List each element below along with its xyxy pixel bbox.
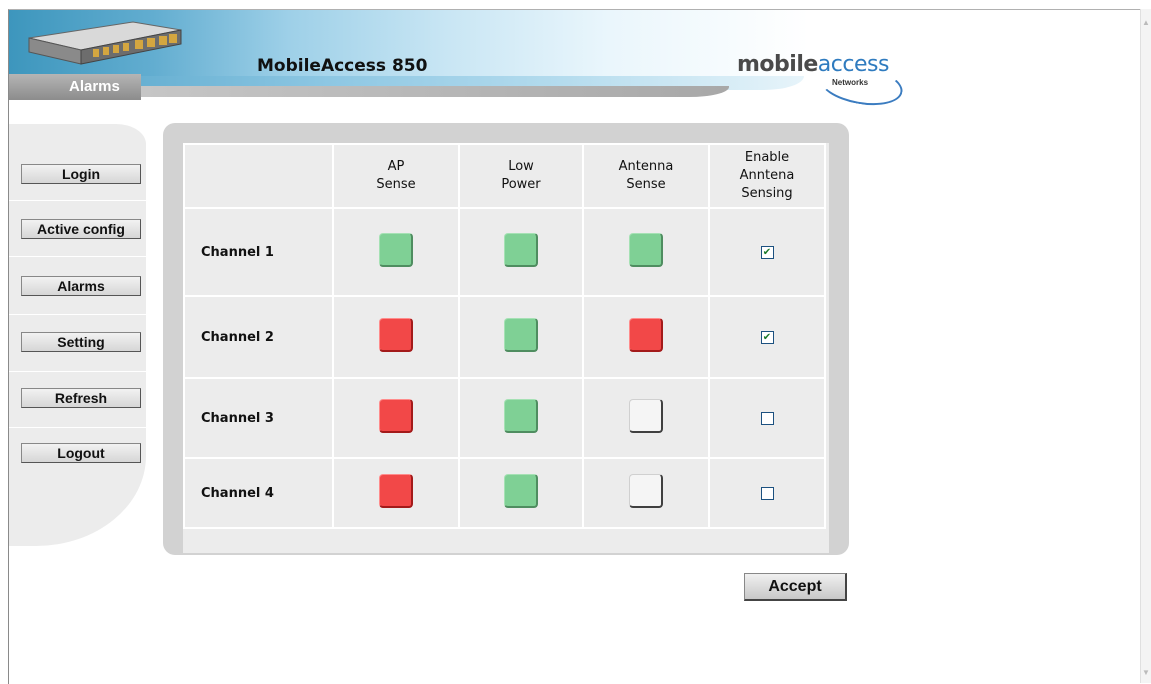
antenna-sense-status-led (629, 399, 663, 433)
column-header-line: Anntena (739, 168, 795, 183)
column-header-low-power: Low Power (458, 143, 584, 209)
column-header-line: Sense (626, 177, 666, 192)
table-row: Channel 1 ✔ (183, 207, 826, 297)
low-power-status-led (504, 233, 538, 267)
company-logo: mobileaccess Networks (737, 52, 906, 112)
enable-sensing-cell: ✔ (708, 207, 826, 297)
antenna-sense-status-led (629, 318, 663, 352)
low-power-status-led (504, 474, 538, 508)
antenna-sense-cell (582, 207, 710, 297)
sidebar-divider (9, 371, 146, 372)
enable-sensing-cell (708, 457, 826, 529)
enable-sensing-cell (708, 377, 826, 459)
ap-sense-cell (332, 295, 460, 379)
column-header-line: Sense (376, 177, 416, 192)
column-header-line: Enable (744, 150, 790, 165)
enable-sensing-checkbox[interactable]: ✔ (760, 245, 774, 259)
header-grey-bar (139, 86, 729, 97)
ap-sense-cell (332, 377, 460, 459)
column-header-enable-sensing: Enable Anntena Sensing (708, 143, 826, 209)
logo-text-mobile: mobile (737, 52, 818, 77)
sidebar-divider (9, 427, 146, 428)
column-header-antenna-sense: Antenna Sense (582, 143, 710, 209)
column-header-line: Antenna (618, 159, 674, 174)
enable-sensing-checkbox[interactable]: ✔ (760, 330, 774, 344)
table-row: Channel 2 ✔ (183, 295, 826, 379)
alarms-table: AP Sense Low Power Antenna Sense Enable … (183, 143, 826, 529)
ap-sense-status-led (379, 474, 413, 508)
table-row: Channel 4 (183, 457, 826, 529)
channel-label: Channel 4 (183, 457, 334, 529)
low-power-cell (458, 295, 584, 379)
ap-sense-cell (332, 457, 460, 529)
page-header: Alarms MobileAccess 850 mobileaccess Net… (9, 10, 939, 112)
ap-sense-cell (332, 207, 460, 297)
table-header-row: AP Sense Low Power Antenna Sense Enable … (183, 143, 826, 209)
sidebar-divider (9, 200, 146, 201)
low-power-cell (458, 207, 584, 297)
column-header-ap-sense: AP Sense (332, 143, 460, 209)
column-header-line: Power (501, 177, 541, 192)
table-header-corner (183, 143, 334, 209)
column-header-line: AP (387, 159, 405, 174)
device-image-icon (28, 21, 182, 65)
scroll-up-arrow-icon[interactable]: ▲ (1142, 18, 1150, 27)
active-config-button[interactable]: Active config (21, 219, 141, 239)
section-tab-label: Alarms (69, 78, 120, 95)
channel-label: Channel 1 (183, 207, 334, 297)
antenna-sense-cell (582, 377, 710, 459)
sidebar-divider (9, 314, 146, 315)
product-title: MobileAccess 850 (257, 56, 428, 76)
logout-button[interactable]: Logout (21, 443, 141, 463)
channel-label: Channel 3 (183, 377, 334, 459)
accept-button[interactable]: Accept (744, 573, 847, 601)
enable-sensing-checkbox[interactable] (760, 411, 774, 425)
setting-button[interactable]: Setting (21, 332, 141, 352)
enable-sensing-cell: ✔ (708, 295, 826, 379)
enable-sensing-checkbox[interactable] (760, 486, 774, 500)
low-power-status-led (504, 318, 538, 352)
antenna-sense-cell (582, 295, 710, 379)
ap-sense-status-led (379, 233, 413, 267)
antenna-sense-cell (582, 457, 710, 529)
antenna-sense-status-led (629, 474, 663, 508)
scroll-down-arrow-icon[interactable]: ▼ (1142, 668, 1150, 677)
table-row: Channel 3 (183, 377, 826, 459)
column-header-line: Low (508, 159, 534, 174)
antenna-sense-status-led (629, 233, 663, 267)
column-header-line: Sensing (741, 186, 793, 201)
low-power-status-led (504, 399, 538, 433)
login-button[interactable]: Login (21, 164, 141, 184)
sidebar-divider (9, 256, 146, 257)
low-power-cell (458, 377, 584, 459)
refresh-button[interactable]: Refresh (21, 388, 141, 408)
vertical-scrollbar[interactable] (1140, 9, 1151, 683)
section-tab: Alarms (9, 74, 141, 100)
logo-text-networks: Networks (832, 78, 869, 87)
ap-sense-status-led (379, 318, 413, 352)
alarms-button[interactable]: Alarms (21, 276, 141, 296)
channel-label: Channel 2 (183, 295, 334, 379)
ap-sense-status-led (379, 399, 413, 433)
low-power-cell (458, 457, 584, 529)
